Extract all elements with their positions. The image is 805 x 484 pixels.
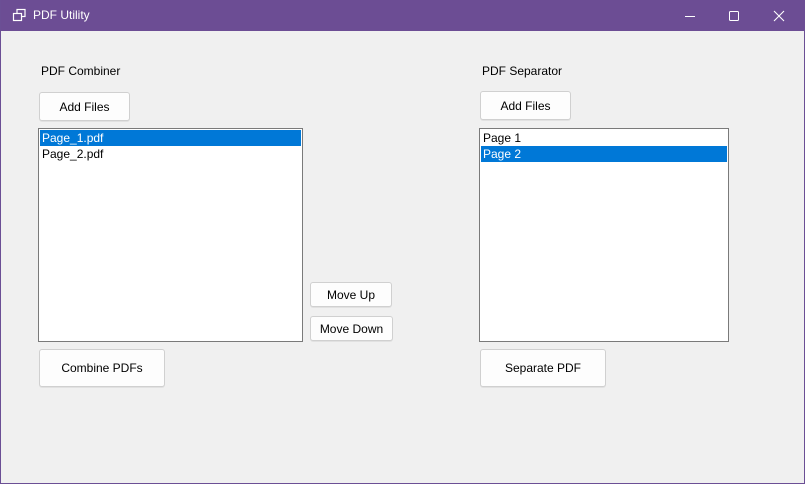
list-item[interactable]: Page 1 bbox=[481, 130, 727, 146]
minimize-button[interactable] bbox=[667, 0, 713, 31]
minimize-icon bbox=[685, 16, 695, 17]
title-bar[interactable]: PDF Utility bbox=[1, 0, 805, 31]
window-title: PDF Utility bbox=[33, 8, 90, 22]
move-up-button[interactable]: Move Up bbox=[310, 282, 392, 307]
combiner-add-files-button[interactable]: Add Files bbox=[39, 92, 130, 121]
list-item[interactable]: Page 2 bbox=[481, 146, 727, 162]
separator-label: PDF Separator bbox=[482, 64, 563, 78]
separator-add-files-button[interactable]: Add Files bbox=[480, 91, 571, 120]
combine-pdfs-button[interactable]: Combine PDFs bbox=[39, 349, 165, 387]
combiner-label: PDF Combiner bbox=[41, 64, 121, 78]
close-icon bbox=[773, 10, 785, 22]
separator-page-list[interactable]: Page 1 Page 2 bbox=[479, 128, 729, 342]
move-down-button[interactable]: Move Down bbox=[310, 316, 393, 341]
list-item[interactable]: Page_2.pdf bbox=[40, 146, 301, 162]
app-window: PDF Utility PDF Combiner Add Files Page_… bbox=[0, 0, 805, 484]
maximize-button[interactable] bbox=[711, 0, 757, 31]
separate-pdf-button[interactable]: Separate PDF bbox=[480, 349, 606, 387]
app-icon bbox=[12, 8, 27, 23]
combiner-file-list[interactable]: Page_1.pdf Page_2.pdf bbox=[38, 128, 303, 342]
close-button[interactable] bbox=[756, 0, 802, 31]
maximize-icon bbox=[729, 11, 739, 21]
list-item[interactable]: Page_1.pdf bbox=[40, 130, 301, 146]
